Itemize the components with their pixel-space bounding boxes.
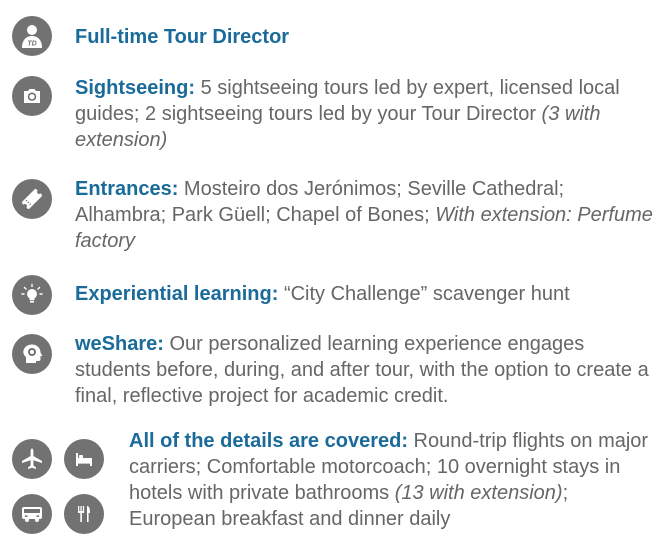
fork-knife-icon	[64, 494, 104, 534]
feature-body: “City Challenge” scavenger hunt	[278, 283, 570, 305]
ticket-icon	[12, 179, 52, 219]
lightbulb-icon	[12, 275, 52, 315]
feature-text: Experiential learning: “City Challenge” …	[75, 281, 659, 307]
feature-heading: All of the details are covered:	[129, 430, 408, 452]
camera-icon	[12, 76, 52, 116]
feature-note: (13 with extension)	[394, 482, 563, 504]
feature-heading: Entrances:	[75, 178, 179, 200]
bed-icon	[64, 439, 104, 479]
head-icon	[12, 334, 52, 374]
airplane-icon	[12, 439, 52, 479]
feature-text: Full-time Tour Director	[75, 24, 659, 50]
svg-text:TD: TD	[27, 41, 36, 48]
feature-text: All of the details are covered: Round-tr…	[129, 428, 659, 532]
tour-director-icon: TD	[12, 16, 52, 56]
feature-heading: Experiential learning:	[75, 283, 279, 305]
bus-icon	[12, 494, 52, 534]
feature-text: Sightseeing: 5 sightseeing tours led by …	[75, 75, 659, 153]
feature-heading: Sightseeing:	[75, 77, 196, 99]
feature-heading: weShare:	[75, 333, 164, 355]
feature-text: weShare: Our personalized learning exper…	[75, 331, 659, 409]
feature-heading: Full-time Tour Director	[75, 26, 290, 48]
feature-text: Entrances: Mosteiro dos Jerónimos; Sevil…	[75, 176, 659, 254]
